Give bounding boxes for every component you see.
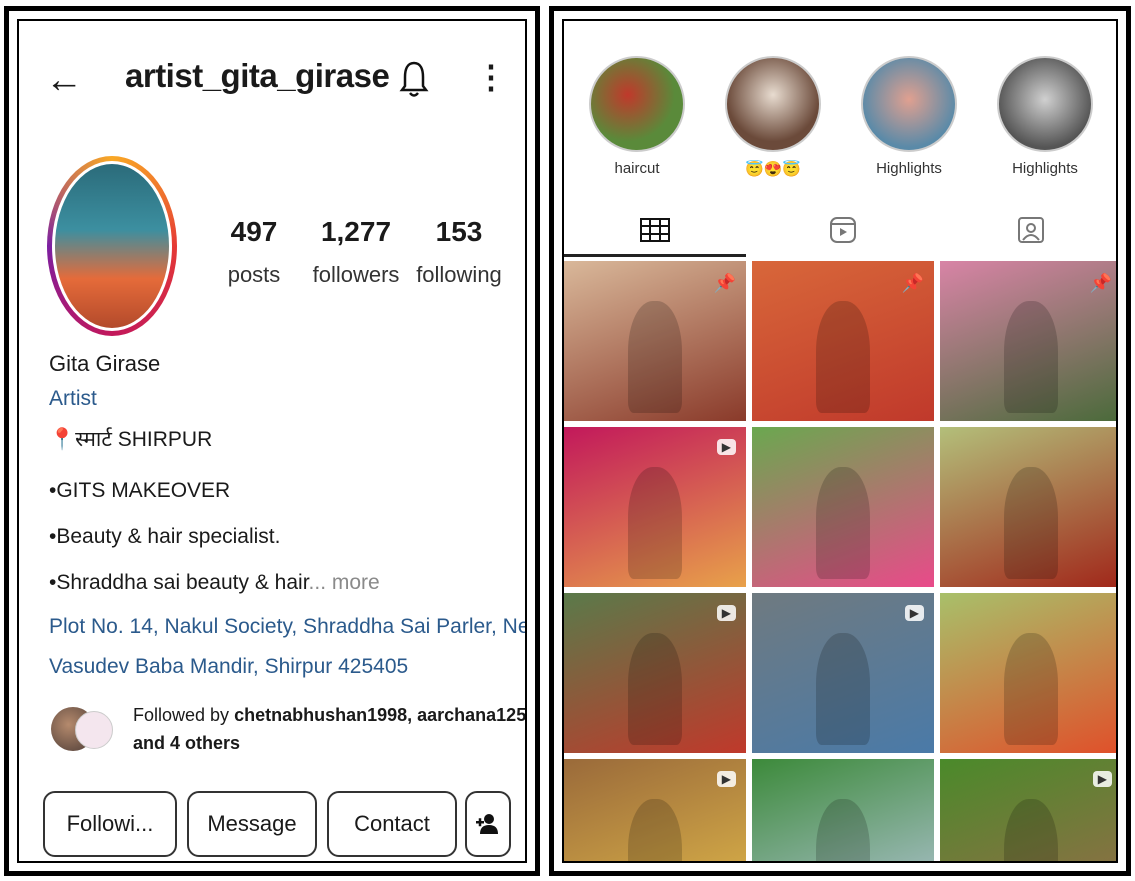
tagged-icon — [1018, 217, 1044, 243]
content-panel: haircut 😇😍😇 Highlights Highlights 📌 📌 📌 … — [549, 6, 1131, 876]
post-subject — [627, 799, 683, 861]
highlight-label: haircut — [614, 160, 660, 177]
address-line-2[interactable]: Vasudev Baba Mandir, Shirpur 425405 — [49, 655, 408, 679]
pin-icon: 📌 — [1089, 273, 1112, 293]
message-button[interactable]: Message — [187, 791, 317, 857]
follower-avatar-2 — [75, 711, 113, 749]
post-subject — [627, 633, 683, 745]
more-options-icon[interactable]: ⋮ — [475, 61, 507, 93]
post-thumbnail[interactable]: ▶ — [564, 593, 746, 753]
avatar-photo — [52, 161, 172, 331]
pin-icon: 📌 — [713, 273, 736, 293]
highlight-label: Highlights — [1012, 160, 1078, 177]
post-thumbnail[interactable]: 📌 — [940, 261, 1116, 421]
bell-icon[interactable] — [399, 59, 429, 99]
bio-line-2: •Beauty & hair specialist. — [49, 525, 281, 548]
reel-icon: ▶ — [716, 771, 736, 787]
profile-location: स्मार्ट SHIRPUR — [75, 428, 213, 451]
post-thumbnail[interactable]: ▶ — [564, 759, 746, 861]
post-subject — [815, 799, 871, 861]
reel-icon: ▶ — [904, 605, 924, 621]
back-arrow-icon[interactable]: ← — [45, 61, 83, 99]
highlight-label-emoji: 😇😍😇 — [744, 161, 802, 178]
profile-screen: ← artist_gita_girase ⋮ 497 posts 1,277 f… — [17, 19, 527, 863]
bio-more-link[interactable]: ... more — [309, 571, 380, 594]
post-thumbnail[interactable]: ▶ — [752, 593, 934, 753]
highlight-haircut[interactable]: haircut — [586, 56, 688, 177]
stat-posts[interactable]: 497 posts — [209, 216, 299, 288]
reel-icon: ▶ — [716, 439, 736, 455]
grid-icon — [640, 218, 670, 242]
post-thumbnail[interactable]: ▶ — [940, 759, 1116, 861]
highlight-cover — [725, 56, 821, 152]
posts-grid: 📌 📌 📌 ▶ ▶ ▶ ▶ ▶ — [564, 261, 1116, 861]
contact-button[interactable]: Contact — [327, 791, 457, 857]
address-line-1[interactable]: Plot No. 14, Nakul Society, Shraddha Sai… — [49, 615, 525, 639]
tab-reels[interactable] — [752, 206, 934, 254]
highlight-cover — [861, 56, 957, 152]
stat-following[interactable]: 153 following — [411, 216, 507, 288]
followed-by-text: Followed by chetnabhushan1998, aarchana1… — [133, 701, 527, 757]
profile-category: Artist — [49, 387, 97, 410]
profile-username: artist_gita_girase — [125, 57, 390, 94]
tab-tagged[interactable] — [940, 206, 1116, 254]
post-subject — [815, 467, 871, 579]
profile-header: ← artist_gita_girase ⋮ — [19, 21, 525, 141]
post-thumbnail[interactable] — [752, 759, 934, 861]
post-subject — [815, 301, 871, 413]
post-thumbnail[interactable]: ▶ — [564, 427, 746, 587]
highlight-highlights-2[interactable]: Highlights — [994, 56, 1096, 177]
followed-by-names: chetnabhushan1998, aarchana1253 — [234, 705, 527, 725]
content-screen: haircut 😇😍😇 Highlights Highlights 📌 📌 📌 … — [562, 19, 1118, 863]
following-button[interactable]: Followi... — [43, 791, 177, 857]
post-subject — [1003, 799, 1059, 861]
reel-icon: ▶ — [1092, 771, 1112, 787]
profile-location-row: 📍स्मार्ट SHIRPUR — [49, 425, 212, 453]
post-subject — [815, 633, 871, 745]
followers-count: 1,277 — [320, 216, 392, 247]
highlight-cover — [589, 56, 685, 152]
followed-by-suffix: and 4 others — [133, 733, 241, 753]
bio-line-3: •Shraddha sai beauty & hair — [49, 571, 309, 594]
bio-line-1: •GITS MAKEOVER — [49, 479, 231, 502]
post-thumbnail[interactable] — [940, 427, 1116, 587]
pin-icon: 📌 — [901, 273, 924, 293]
post-thumbnail[interactable] — [940, 593, 1116, 753]
reels-icon — [830, 217, 856, 243]
bio-line-3-row: •Shraddha sai beauty & hair... more — [49, 571, 380, 595]
highlight-highlights-1[interactable]: Highlights — [858, 56, 960, 177]
stat-followers[interactable]: 1,277 followers — [301, 216, 411, 288]
post-thumbnail[interactable]: 📌 — [752, 261, 934, 421]
highlight-cover — [997, 56, 1093, 152]
post-subject — [1003, 467, 1059, 579]
posts-count: 497 — [230, 216, 278, 247]
post-thumbnail[interactable] — [752, 427, 934, 587]
reel-icon: ▶ — [716, 605, 736, 621]
post-subject — [627, 301, 683, 413]
tab-posts-grid[interactable] — [564, 206, 746, 257]
location-pin-icon: 📍 — [49, 428, 76, 451]
add-person-icon — [476, 814, 498, 834]
followed-by-prefix: Followed by — [133, 705, 230, 725]
post-subject — [1003, 633, 1059, 745]
profile-avatar[interactable] — [47, 156, 177, 336]
content-tabs — [564, 206, 1116, 257]
post-subject — [1003, 301, 1059, 413]
post-thumbnail[interactable]: 📌 — [564, 261, 746, 421]
highlight-emoji[interactable]: 😇😍😇 — [722, 56, 824, 178]
profile-name: Gita Girase — [49, 351, 161, 376]
posts-label: posts — [227, 262, 281, 287]
add-person-button[interactable] — [465, 791, 511, 857]
followers-label: followers — [312, 262, 400, 287]
following-label: following — [416, 262, 502, 287]
highlight-label: Highlights — [876, 160, 942, 177]
profile-panel: ← artist_gita_girase ⋮ 497 posts 1,277 f… — [4, 6, 540, 876]
following-count: 153 — [435, 216, 483, 247]
post-subject — [627, 467, 683, 579]
